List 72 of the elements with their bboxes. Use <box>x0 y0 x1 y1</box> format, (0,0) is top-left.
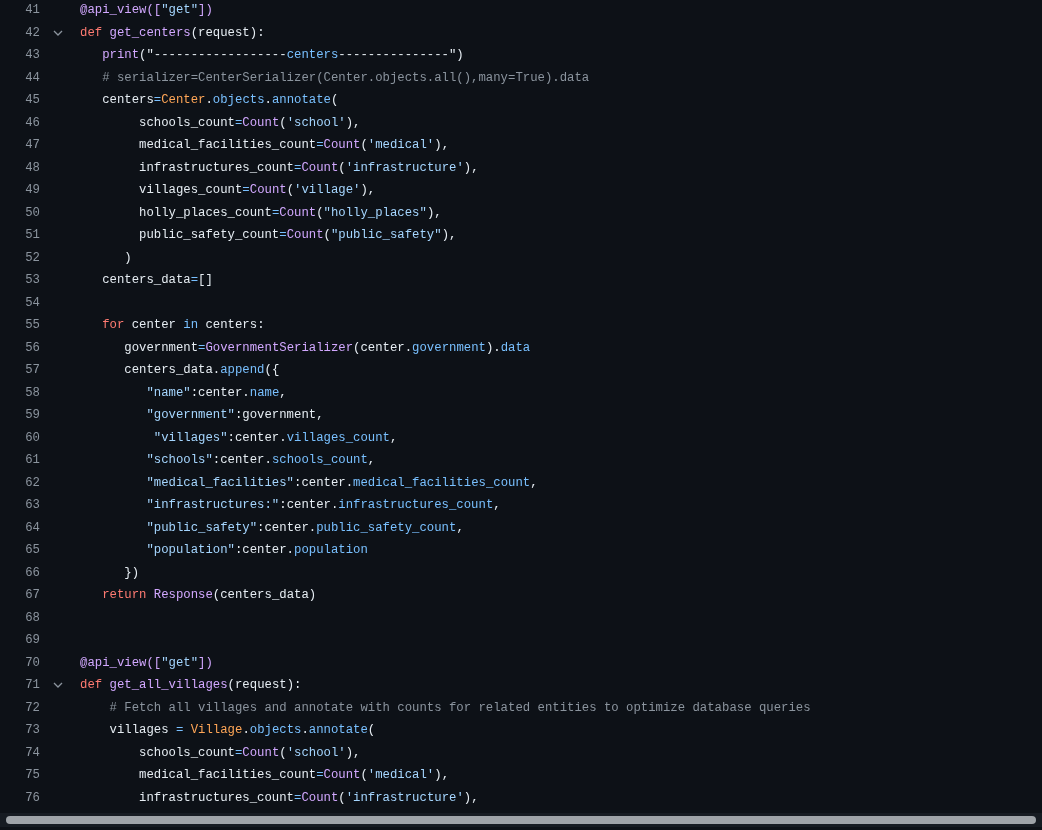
code-line: "schools":center.schools_count, <box>145 453 376 468</box>
line-number: 67 <box>24 588 40 603</box>
line-number: 66 <box>24 565 40 580</box>
code-line: "name":center.name, <box>145 385 287 400</box>
line-number: 73 <box>24 723 40 738</box>
code-line: medical_facilities_count=Count('medical'), <box>138 138 449 153</box>
line-number: 60 <box>24 430 40 445</box>
code-line: schools_count=Count('school'), <box>138 115 361 130</box>
line-number: 58 <box>24 385 40 400</box>
line-number: 50 <box>24 205 40 220</box>
code-line: return Response(centers_data) <box>101 588 317 603</box>
code-line: centers_data=[] <box>101 273 213 288</box>
line-number: 53 <box>24 273 40 288</box>
code-line: government=GovernmentSerializer(center.government).data <box>123 340 531 355</box>
line-number: 51 <box>24 228 40 243</box>
code-line: def get_centers(request): <box>80 25 265 40</box>
horizontal-scrollbar[interactable] <box>0 813 1042 827</box>
code-line: schools_count=Count('school'), <box>138 745 361 760</box>
code-line: infrastructures_count=Count('infrastructure'), <box>138 160 479 175</box>
line-number: 49 <box>24 183 40 198</box>
line-number: 57 <box>24 363 40 378</box>
line-number: 46 <box>24 115 40 130</box>
code-line: centers=Center.objects.annotate( <box>101 93 339 108</box>
line-number: 56 <box>24 340 40 355</box>
code-line: "government":government, <box>145 408 324 423</box>
code-line: villages = Village.objects.annotate( <box>108 723 376 738</box>
code-line: centers_data.append({ <box>123 363 280 378</box>
code-line: print("------------------centers---------------") <box>101 48 464 63</box>
line-number: 45 <box>24 93 40 108</box>
line-number: 54 <box>24 295 40 310</box>
line-number: 62 <box>24 475 40 490</box>
code-line: @api_view(["get"]) <box>80 655 213 670</box>
line-number: 64 <box>24 520 40 535</box>
code-line: def get_all_villages(request): <box>80 678 302 693</box>
line-number: 68 <box>24 610 40 625</box>
code-line: infrastructures_count=Count('infrastructure'), <box>138 790 479 805</box>
line-number: 69 <box>24 633 40 648</box>
code-line: "villages":center.villages_count, <box>152 430 398 445</box>
line-number: 72 <box>24 700 40 715</box>
code-line: }) <box>123 565 140 580</box>
code-line: "public_safety":center.public_safety_count, <box>145 520 464 535</box>
chevron-down-icon[interactable] <box>53 29 63 36</box>
code-line: villages_count=Count('village'), <box>138 183 376 198</box>
code-line: public_safety_count=Count("public_safety"), <box>138 228 457 243</box>
line-number: 44 <box>24 70 40 85</box>
line-number: 71 <box>24 678 40 693</box>
line-number: 43 <box>24 48 40 63</box>
code-line: # Fetch all villages and annotate with counts for related entities to optimize database queries <box>108 700 811 715</box>
line-number: 41 <box>24 3 40 18</box>
line-number: 59 <box>24 408 40 423</box>
code-line: "population":center.population <box>145 543 368 558</box>
line-number: 75 <box>24 768 40 783</box>
line-number: 76 <box>24 790 40 805</box>
line-number: 74 <box>24 745 40 760</box>
line-number: 52 <box>24 250 40 265</box>
line-number: 47 <box>24 138 40 153</box>
code-line: for center in centers: <box>101 318 265 333</box>
code-line: @api_view(["get"]) <box>80 3 213 18</box>
code-line: holly_places_count=Count("holly_places"), <box>138 205 442 220</box>
code-line: medical_facilities_count=Count('medical'), <box>138 768 449 783</box>
code-line: ) <box>123 250 132 265</box>
line-number: 70 <box>24 655 40 670</box>
line-number: 63 <box>24 498 40 513</box>
line-number: 55 <box>24 318 40 333</box>
line-number: 65 <box>24 543 40 558</box>
code-line: "infrastructures:":center.infrastructures_count, <box>145 498 501 513</box>
code-line: "medical_facilities":center.medical_facilities_count, <box>145 475 538 490</box>
line-number: 48 <box>24 160 40 175</box>
line-number: 42 <box>24 25 40 40</box>
code-line: # serializer=CenterSerializer(Center.objects.all(),many=True).data <box>101 70 590 85</box>
line-number: 61 <box>24 453 40 468</box>
chevron-down-icon[interactable] <box>53 682 63 689</box>
